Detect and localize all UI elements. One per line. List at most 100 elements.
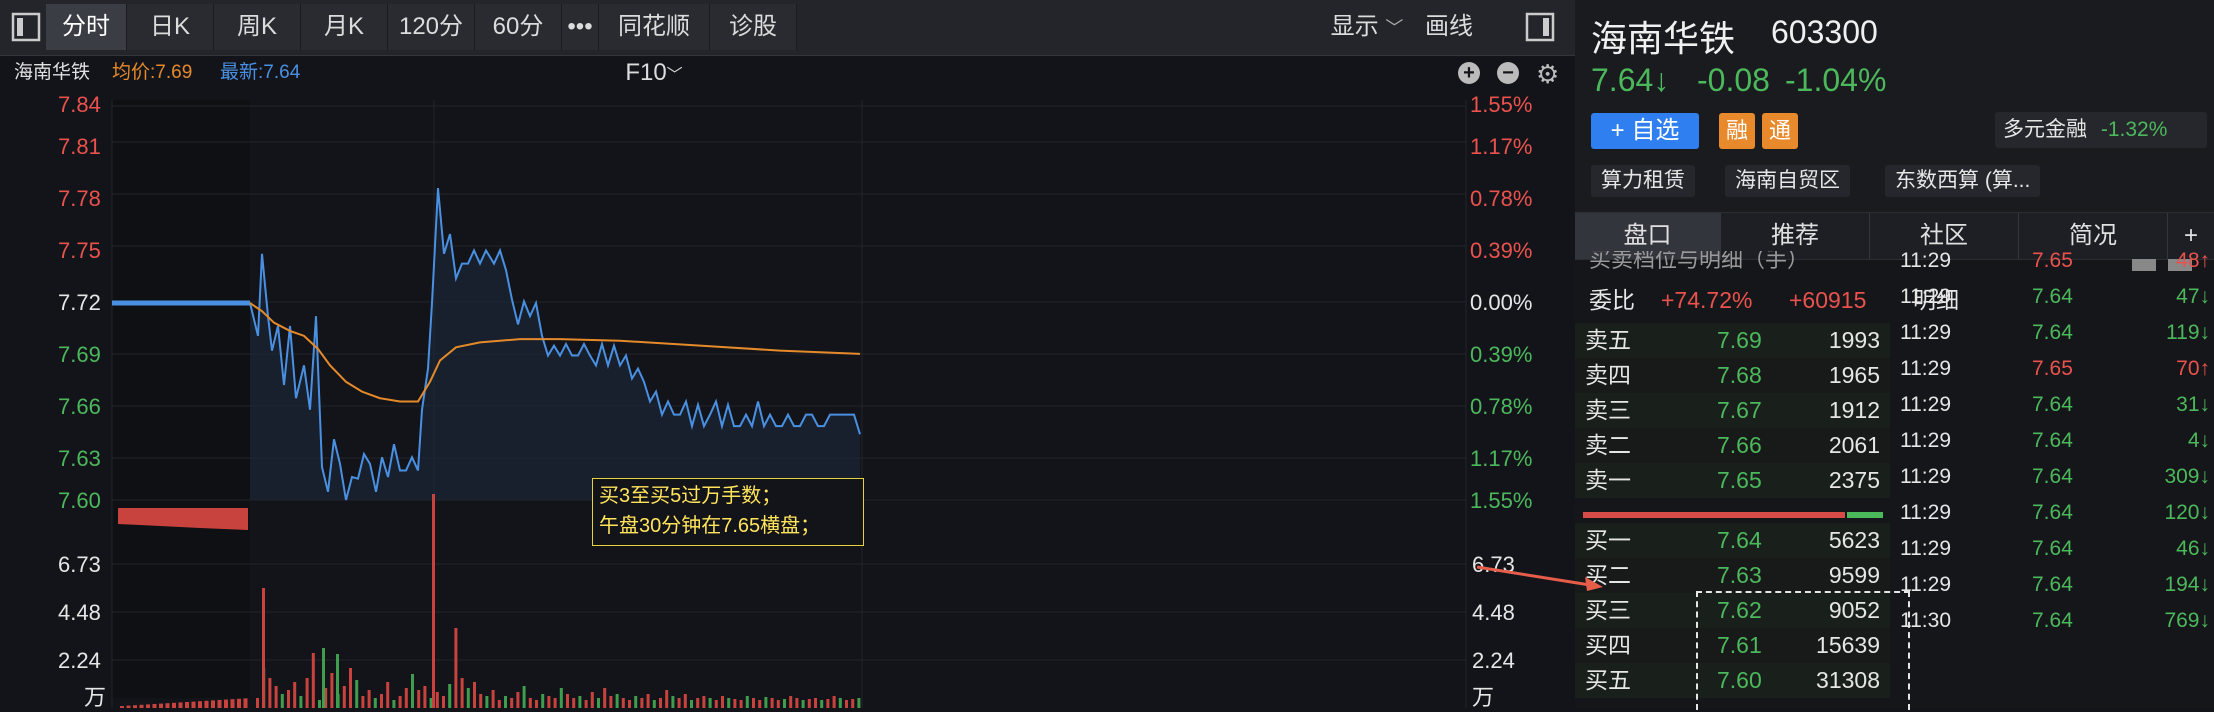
volume-bar [268, 678, 272, 708]
bid-volume: 5623 [1828, 527, 1880, 553]
orderbook-section: 买卖档位与明细（手） 委比 +74.72% +60915 明细 卖五 7.69 19… [1476, 249, 2214, 710]
zoom-in-icon[interactable]: + [1458, 62, 1480, 84]
ask-level-label: 卖四 [1585, 362, 1631, 388]
trade-price: 7.64 [2032, 285, 2073, 308]
volume-bar [146, 704, 150, 708]
trade-volume: 769↓ [2164, 609, 2210, 632]
volume-bar [758, 700, 762, 708]
bid-row[interactable]: 买二 7.63 9599 [1575, 558, 1890, 593]
tab-60min[interactable]: 60分 [475, 4, 562, 50]
concept-tag[interactable]: 东数西算 (算... [1885, 165, 2041, 197]
tab-f10[interactable]: 同花顺F10﹀ [599, 4, 710, 86]
tab-diagnose[interactable]: 诊股 [710, 4, 797, 50]
volume-bar [287, 690, 290, 708]
volume-bar [432, 494, 435, 708]
annotation-line: 午盘30分钟在7.65横盘； [599, 515, 821, 537]
ask-price: 7.69 [1717, 327, 1762, 353]
volume-bar [776, 700, 780, 708]
ratio-pct: +74.72% [1661, 287, 1753, 313]
chart-svg [111, 100, 1467, 708]
tab-monthly[interactable]: 月K [301, 4, 388, 50]
ask-volume: 1965 [1828, 362, 1880, 388]
volume-tick: 6.73 [58, 552, 101, 577]
concept-tag[interactable]: 算力租赁 [1591, 165, 1695, 197]
trade-price: 7.65 [2032, 249, 2073, 272]
bid-row[interactable]: 买一 7.64 5623 [1575, 523, 1890, 558]
annotation-line: 买3至买5过万手数； [599, 485, 782, 507]
volume-bar [820, 700, 824, 708]
intraday-chart: 7.84 7.81 7.78 7.75 7.72 7.69 7.66 7.63 … [0, 90, 1575, 710]
pct-tick: 1.17% [1470, 134, 1533, 159]
tab-daily[interactable]: 日K [127, 4, 214, 50]
annotation-box: 买3至买5过万手数； 午盘30分钟在7.65横盘； [592, 478, 864, 546]
display-menu[interactable]: 显示 ﹀ [1322, 4, 1412, 50]
tab-intraday[interactable]: 分时 [46, 4, 127, 50]
more-icon[interactable]: ••• [562, 4, 599, 50]
price-tick: 7.84 [58, 92, 101, 117]
ask-volume: 2375 [1828, 467, 1880, 493]
volume-bar [826, 699, 830, 708]
volume-bar [671, 696, 675, 708]
volume-bar [838, 698, 842, 708]
volume-bar [659, 698, 662, 708]
price-tick: 7.78 [58, 186, 101, 211]
panel-toggle-icon[interactable] [1520, 4, 1560, 50]
ask-price: 7.67 [1717, 397, 1762, 423]
sidebar-toggle-icon[interactable] [6, 4, 46, 50]
add-watchlist-button[interactable]: + 自选 [1591, 113, 1699, 149]
volume-bar [578, 696, 582, 708]
trade-price: 7.64 [2032, 537, 2073, 560]
settings-gear-icon[interactable]: ⚙ [1536, 57, 1559, 91]
pct-tick: 0.00% [1470, 290, 1533, 315]
price-tick: 7.63 [58, 446, 101, 471]
volume-bar [745, 696, 749, 708]
last-price-label: 最新:7.64 [220, 62, 301, 83]
volume-bar [522, 686, 526, 708]
volume-bar [702, 696, 706, 708]
trade-detail-row: 11:29 7.65 70↑ [1900, 351, 2214, 386]
tab-weekly[interactable]: 周K [214, 4, 301, 50]
volume-bar [572, 698, 576, 708]
volume-tick: 2.24 [58, 648, 101, 673]
volume-bar [621, 698, 625, 708]
ask-row[interactable]: 卖一 7.65 2375 [1575, 463, 1890, 498]
trade-price: 7.64 [2032, 573, 2073, 596]
trade-time: 11:29 [1900, 249, 1951, 272]
trade-price: 7.64 [2032, 429, 2073, 452]
volume-bar [553, 698, 557, 708]
price-tick: 7.66 [58, 394, 101, 419]
volume-bar [349, 668, 352, 708]
trade-volume: 120↓ [2164, 501, 2210, 524]
ask-row[interactable]: 卖二 7.66 2061 [1575, 428, 1890, 463]
connect-badge[interactable]: 通 [1762, 113, 1798, 149]
concept-tag[interactable]: 海南自贸区 [1725, 165, 1850, 197]
volume-bar [783, 699, 786, 708]
ask-row[interactable]: 卖四 7.68 1965 [1575, 358, 1890, 393]
ask-strength [1847, 512, 1883, 518]
volume-bar [652, 700, 656, 708]
ask-price: 7.68 [1717, 362, 1762, 388]
zoom-out-icon[interactable]: − [1497, 62, 1519, 84]
volume-bar [435, 692, 439, 708]
volume-bar [665, 690, 669, 708]
trade-price: 7.64 [2032, 321, 2073, 344]
ask-volume: 2061 [1828, 432, 1880, 458]
ask-row[interactable]: 卖三 7.67 1912 [1575, 393, 1890, 428]
stock-name: 海南华铁 [1591, 18, 1736, 59]
volume-bar [305, 678, 309, 708]
volume-bar [814, 698, 817, 708]
volume-tick: 2.24 [1472, 648, 1515, 673]
ask-volume: 1993 [1828, 327, 1880, 353]
volume-bar [541, 694, 545, 708]
price-change: -0.08 [1697, 62, 1770, 98]
draw-button[interactable]: 画线 [1414, 4, 1484, 50]
trade-time: 11:29 [1900, 285, 1951, 308]
ask-row[interactable]: 卖五 7.69 1993 [1575, 323, 1890, 358]
volume-bar [739, 700, 743, 708]
volume-bar [584, 700, 588, 708]
bid-volume: 9599 [1828, 562, 1880, 588]
price-tick: 7.69 [58, 342, 101, 367]
margin-badge[interactable]: 融 [1719, 113, 1755, 149]
sector-badge[interactable]: 多元金融 -1.32% [1995, 112, 2207, 148]
tab-120min[interactable]: 120分 [388, 4, 475, 50]
